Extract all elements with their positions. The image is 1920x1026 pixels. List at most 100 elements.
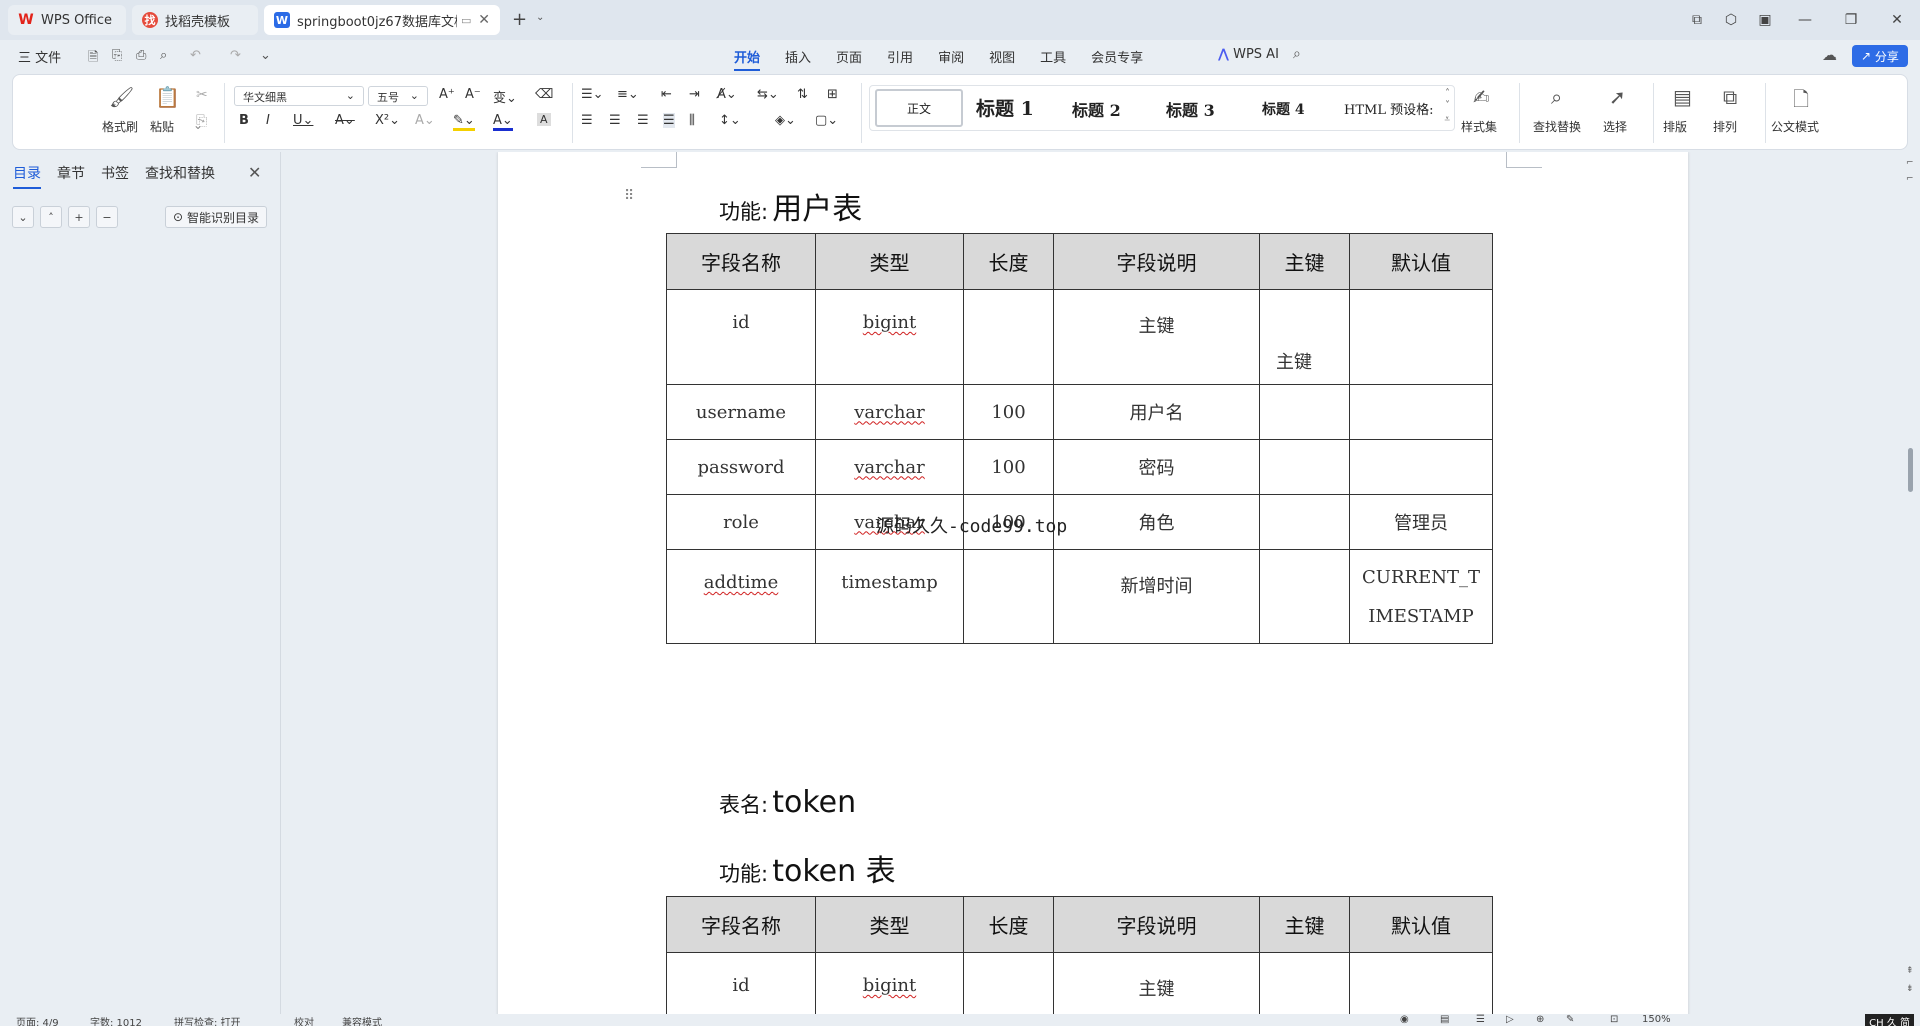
nav-tab-toc[interactable]: 目录 bbox=[13, 163, 41, 189]
decrease-indent-icon[interactable]: ⇤ bbox=[661, 87, 672, 102]
style-scroll-up-icon[interactable]: ˄ bbox=[1445, 88, 1450, 99]
field-default-cell[interactable] bbox=[1349, 384, 1493, 440]
scroll-next-page-icon[interactable]: ⇟ bbox=[1906, 984, 1914, 994]
style-html-preformatted[interactable]: HTML 预设格: bbox=[1344, 99, 1433, 118]
tab-list-chevron-icon[interactable]: ⌄ bbox=[536, 12, 544, 23]
field-type-cell[interactable]: varchar bbox=[815, 439, 964, 495]
page-view-icon[interactable]: ▤ bbox=[1440, 1014, 1449, 1025]
italic-icon[interactable]: I bbox=[266, 113, 270, 128]
field-name-cell[interactable]: id bbox=[666, 952, 816, 1014]
arrange-button[interactable]: 排列 bbox=[1713, 118, 1737, 135]
field-desc-cell[interactable]: 新增时间 bbox=[1053, 549, 1260, 644]
new-tab-plus-icon[interactable]: + bbox=[512, 9, 527, 30]
official-mode-button[interactable]: 公文模式 bbox=[1771, 118, 1819, 135]
bold-icon[interactable]: B bbox=[239, 113, 249, 128]
borders-icon[interactable]: ▢⌄ bbox=[815, 113, 838, 128]
word-count[interactable]: 字数: 1012 bbox=[90, 1014, 142, 1026]
field-name-cell[interactable]: password bbox=[666, 439, 816, 495]
align-right-icon[interactable]: ☰ bbox=[637, 113, 649, 128]
field-default-cell[interactable] bbox=[1349, 439, 1493, 495]
sort-icon[interactable]: ⇅ bbox=[797, 87, 808, 102]
field-pk-cell[interactable]: 主键 bbox=[1259, 289, 1350, 385]
field-default-cell[interactable]: 管理员 bbox=[1349, 494, 1493, 550]
distribute-icon[interactable]: ⫼ bbox=[689, 113, 695, 128]
style-heading-1[interactable]: 标题 1 bbox=[976, 94, 1034, 121]
menu-tools[interactable]: 工具 bbox=[1040, 47, 1066, 71]
export-pdf-icon[interactable]: ⎘ bbox=[112, 48, 122, 63]
read-mode-icon[interactable]: ▷ bbox=[1506, 1014, 1514, 1025]
typesetting-button[interactable]: 排版 bbox=[1663, 118, 1687, 135]
scroll-thumb[interactable] bbox=[1908, 448, 1913, 492]
layout-icon[interactable]: ⧉ bbox=[1680, 12, 1714, 28]
style-heading-3[interactable]: 标题 3 bbox=[1166, 97, 1215, 121]
menu-view[interactable]: 视图 bbox=[989, 47, 1015, 71]
field-desc-cell[interactable]: 角色 bbox=[1053, 494, 1260, 550]
close-panel-icon[interactable]: ✕ bbox=[248, 163, 261, 182]
cube-icon[interactable]: ⬡ bbox=[1714, 12, 1748, 28]
field-type-cell[interactable]: timestamp bbox=[815, 549, 964, 644]
field-length-cell[interactable]: 100 bbox=[963, 384, 1054, 440]
field-type-cell[interactable]: varchar bbox=[815, 384, 964, 440]
style-heading-4[interactable]: 标题 4 bbox=[1262, 99, 1305, 119]
smart-toc-button[interactable]: ⊙ 智能识别目录 bbox=[165, 206, 267, 228]
strikethrough-icon[interactable]: A⌄ bbox=[335, 113, 355, 128]
field-name-cell[interactable]: addtime bbox=[666, 549, 816, 644]
format-painter-button[interactable]: 格式刷 bbox=[102, 118, 138, 135]
redo-icon[interactable]: ↷ bbox=[230, 48, 241, 63]
field-length-cell[interactable]: 100 bbox=[963, 439, 1054, 495]
underline-icon[interactable]: U⌄ bbox=[293, 113, 313, 128]
screen-icon[interactable]: ▭ bbox=[461, 14, 471, 27]
cloud-upload-icon[interactable]: ☁ bbox=[1822, 46, 1837, 64]
shading-icon[interactable]: ◈⌄ bbox=[775, 113, 796, 128]
align-left-icon[interactable]: ☰ bbox=[581, 113, 593, 128]
menu-home[interactable]: 开始 bbox=[734, 47, 761, 71]
numbering-icon[interactable]: ≡⌄ bbox=[617, 87, 639, 102]
nav-tab-chapter[interactable]: 章节 bbox=[57, 163, 85, 189]
drag-handle-icon[interactable]: ⠿ bbox=[624, 188, 634, 204]
zoom-fit-icon[interactable]: ⊡ bbox=[1610, 1014, 1618, 1025]
field-length-cell[interactable] bbox=[963, 289, 1054, 385]
field-pk-cell[interactable] bbox=[1259, 494, 1350, 550]
add-heading-icon[interactable]: + bbox=[68, 206, 90, 228]
line-spacing-icon[interactable]: ↕⌄ bbox=[719, 113, 741, 128]
field-desc-cell[interactable]: 主键 bbox=[1053, 952, 1260, 1014]
paste-button[interactable]: 粘贴 bbox=[150, 118, 174, 135]
field-type-cell[interactable]: bigint bbox=[815, 952, 964, 1014]
expand-down-icon[interactable]: ⌄ bbox=[12, 206, 34, 228]
customize-chevron-icon[interactable]: ⌄ bbox=[260, 48, 271, 63]
field-name-cell[interactable]: username bbox=[666, 384, 816, 440]
field-desc-cell[interactable]: 主键 bbox=[1053, 289, 1260, 385]
find-replace-button[interactable]: 查找替换 bbox=[1533, 118, 1581, 135]
outline-view-icon[interactable]: ☰ bbox=[1476, 1014, 1485, 1025]
char-shading-icon[interactable]: A bbox=[537, 113, 551, 126]
restore-icon[interactable]: ❐ bbox=[1828, 12, 1874, 28]
font-name-select[interactable]: 华文细黑 ⌄ bbox=[234, 86, 364, 106]
remove-heading-icon[interactable]: − bbox=[96, 206, 118, 228]
increase-indent-icon[interactable]: ⇥ bbox=[689, 87, 700, 102]
field-default-cell[interactable]: CURRENT_TIMESTAMP bbox=[1349, 549, 1493, 644]
spell-check[interactable]: 拼写检查: 打开 bbox=[174, 1014, 241, 1026]
zoom-level[interactable]: 150% bbox=[1642, 1014, 1671, 1025]
grow-font-icon[interactable]: A⁺ bbox=[439, 87, 455, 102]
wps-ai-button[interactable]: ⋀ WPS AI bbox=[1218, 47, 1279, 62]
search-icon[interactable]: ⌕ bbox=[1293, 46, 1301, 62]
chinese-layout-icon[interactable]: A̸⌄ bbox=[717, 87, 737, 102]
superscript-icon[interactable]: X²⌄ bbox=[375, 113, 400, 128]
show-marks-icon[interactable]: ⊞ bbox=[827, 87, 838, 102]
bullets-icon[interactable]: ☰⌄ bbox=[581, 87, 604, 102]
tab-template[interactable]: 找 找稻壳模板 bbox=[132, 5, 258, 35]
nav-tab-find-replace[interactable]: 查找和替换 bbox=[145, 163, 215, 189]
field-name-cell[interactable]: id bbox=[666, 289, 816, 385]
align-center-icon[interactable]: ☰ bbox=[609, 113, 621, 128]
field-pk-cell[interactable] bbox=[1259, 549, 1350, 644]
collapse-up-icon[interactable]: ˄ bbox=[40, 206, 62, 228]
field-pk-cell[interactable] bbox=[1259, 439, 1350, 495]
close-tab-icon[interactable]: ✕ bbox=[478, 12, 490, 28]
phonetic-icon[interactable]: 变⌄ bbox=[493, 87, 517, 106]
cut-icon[interactable]: ✂ bbox=[196, 87, 208, 103]
field-name-cell[interactable]: role bbox=[666, 494, 816, 550]
scroll-prev-page-icon[interactable]: ⇞ bbox=[1906, 966, 1914, 976]
font-size-select[interactable]: 五号 ⌄ bbox=[368, 86, 428, 106]
style-heading-2[interactable]: 标题 2 bbox=[1072, 97, 1121, 121]
share-button[interactable]: ↗ 分享 bbox=[1852, 45, 1908, 67]
